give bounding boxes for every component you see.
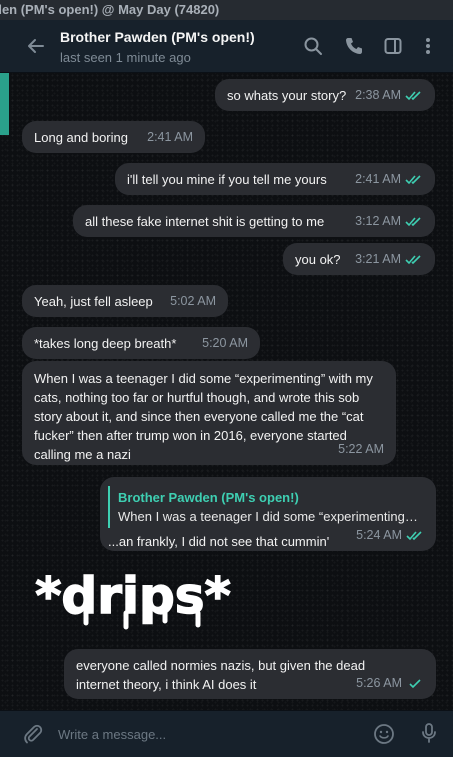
message-bubble[interactable]: all these fake internet shit is getting … <box>73 205 435 237</box>
message-meta: 3:12 AM <box>355 212 423 231</box>
window-titlebar: den (PM's open!) @ May Day (74820) <box>0 0 453 20</box>
message-time: 5:22 AM <box>338 442 384 456</box>
more-vertical-icon[interactable] <box>418 36 438 56</box>
contact-status: last seen 1 minute ago <box>60 50 191 65</box>
message-time: 5:26 AM <box>356 676 402 690</box>
message-text: Yeah, just fell asleep <box>34 294 153 309</box>
message-time: 2:41 AM <box>147 130 193 144</box>
message-meta: 5:22 AM <box>338 440 384 459</box>
message-meta: 2:38 AM <box>355 86 423 105</box>
emoji-icon[interactable] <box>373 723 395 745</box>
reply-text: When I was a teenager I did some “experi… <box>118 509 418 524</box>
message-bubble[interactable]: everyone called normies nazis, but given… <box>64 649 436 699</box>
message-list[interactable]: so whats your story? 2:38 AM Long and bo… <box>0 73 453 710</box>
read-checks-icon <box>406 531 422 541</box>
search-icon[interactable] <box>303 36 323 56</box>
message-bubble[interactable]: *takes long deep breath* 5:20 AM <box>22 327 260 359</box>
message-bubble[interactable]: Long and boring 2:41 AM <box>22 121 205 153</box>
message-meta: 5:02 AM <box>170 292 216 311</box>
message-input[interactable] <box>58 725 338 743</box>
message-text: everyone called normies nazis, but given… <box>76 658 366 692</box>
message-text: i'll tell you mine if you tell me yours <box>127 172 327 187</box>
message-time: 5:24 AM <box>356 528 402 542</box>
message-meta: 5:26 AM <box>356 674 424 693</box>
message-bubble[interactable]: so whats your story? 2:38 AM <box>215 79 435 111</box>
read-checks-icon <box>405 91 421 101</box>
read-checks-icon <box>405 175 421 185</box>
chat-header: Brother Pawden (PM's open!) last seen 1 … <box>0 20 453 73</box>
message-composer <box>0 710 453 757</box>
message-time: 2:41 AM <box>355 172 401 186</box>
message-text: When I was a teenager I did some “experi… <box>34 371 373 462</box>
message-time: 5:20 AM <box>202 336 248 350</box>
message-time: 5:02 AM <box>170 294 216 308</box>
message-text: all these fake internet shit is getting … <box>85 214 325 229</box>
message-bubble[interactable]: Yeah, just fell asleep 5:02 AM <box>22 285 228 317</box>
message-text: *takes long deep breath* <box>34 336 177 351</box>
drips-sticker[interactable]: *drips* <box>22 561 244 633</box>
contact-name[interactable]: Brother Pawden (PM's open!) <box>60 29 255 45</box>
message-meta: 2:41 AM <box>147 128 193 147</box>
read-checks-icon <box>405 255 421 265</box>
read-checks-icon <box>405 217 421 227</box>
reply-quote[interactable]: Brother Pawden (PM's open!) When I was a… <box>108 486 426 528</box>
microphone-icon[interactable] <box>418 722 440 744</box>
reply-sender: Brother Pawden (PM's open!) <box>118 490 299 505</box>
message-text: so whats your story? <box>227 88 347 103</box>
sent-check-icon <box>409 679 421 689</box>
message-text: you ok? <box>295 252 341 267</box>
message-meta: 2:41 AM <box>355 170 423 189</box>
window-title: den (PM's open!) @ May Day (74820) <box>0 2 220 17</box>
message-text: Long and boring <box>34 130 128 145</box>
sticker-text: *drips* <box>35 567 230 625</box>
attach-icon[interactable] <box>22 723 44 745</box>
sidebar-toggle-icon[interactable] <box>383 36 403 56</box>
message-text: ...an frankly, I did not see that cummin… <box>108 534 330 549</box>
chat-selection-accent <box>0 73 9 135</box>
message-time: 2:38 AM <box>355 88 401 102</box>
message-bubble[interactable]: Brother Pawden (PM's open!) When I was a… <box>100 477 436 551</box>
message-time: 3:12 AM <box>355 214 401 228</box>
back-arrow-icon[interactable] <box>26 36 46 56</box>
message-meta: 3:21 AM <box>355 250 423 269</box>
message-meta: 5:24 AM <box>356 526 424 545</box>
message-bubble[interactable]: i'll tell you mine if you tell me yours … <box>115 163 435 195</box>
message-bubble[interactable]: you ok? 3:21 AM <box>283 243 435 275</box>
message-time: 3:21 AM <box>355 252 401 266</box>
message-bubble[interactable]: When I was a teenager I did some “experi… <box>22 361 396 465</box>
message-meta: 5:20 AM <box>202 334 248 353</box>
phone-icon[interactable] <box>344 36 364 56</box>
